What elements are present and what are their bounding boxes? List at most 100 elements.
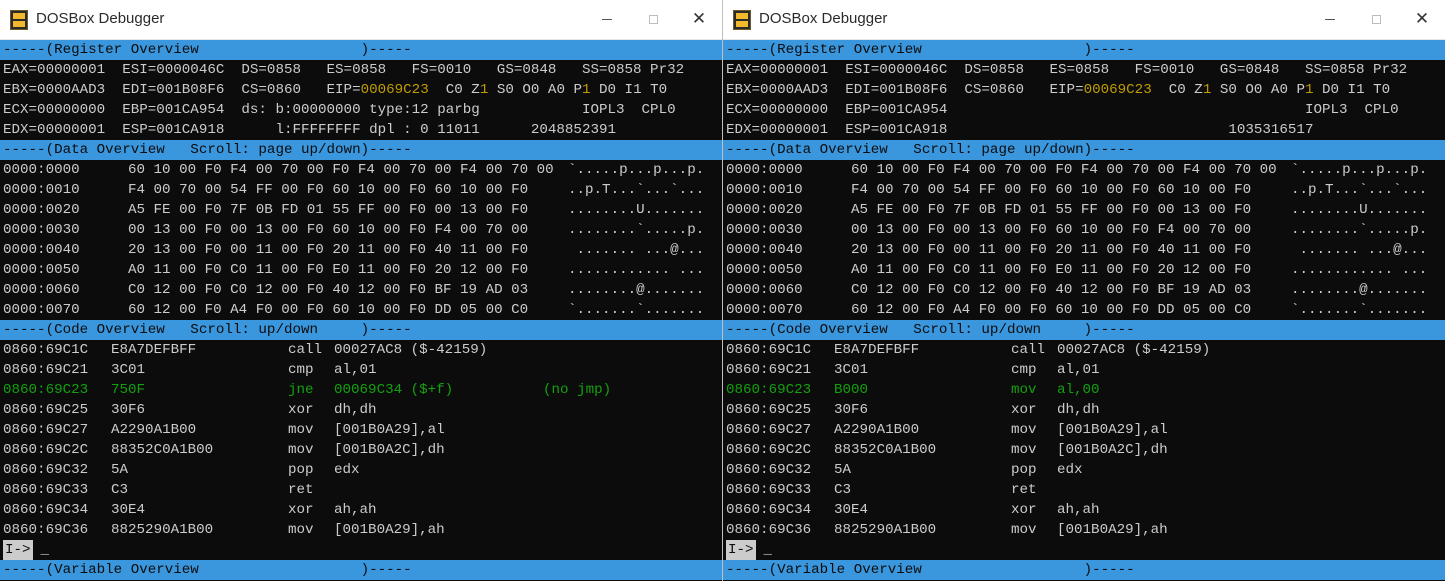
code-mnemonic: jne xyxy=(288,382,314,398)
data-address: 0000:0070 xyxy=(3,302,80,318)
debugger-console[interactable]: -----(Register Overview )----- EAX=000000… xyxy=(723,40,1445,581)
code-mnemonic: mov xyxy=(288,442,314,458)
code-operands: 00027AC8 ($-42159) xyxy=(334,342,488,358)
code-row[interactable]: 0860:69C21 3C01 cmp al,01 xyxy=(723,360,1445,380)
code-row-current[interactable]: 0860:69C23 750F jne 00069C34 ($+f) (no jmp) xyxy=(0,380,722,400)
code-row[interactable]: 0860:69C36 8825290A1B00 mov [001B0A29],ah xyxy=(0,520,722,540)
eip-value: 00069C23 xyxy=(1083,82,1152,98)
code-row[interactable]: 0860:69C34 30E4 xor ah,ah xyxy=(723,500,1445,520)
data-hex: A0 11 00 F0 C0 11 00 F0 E0 11 00 F0 20 1… xyxy=(851,262,1252,278)
code-address: 0860:69C23 xyxy=(726,382,812,398)
data-hex: 60 12 00 F0 A4 F0 00 F0 60 10 00 F0 DD 0… xyxy=(851,302,1252,318)
code-row[interactable]: 0860:69C32 5A pop edx xyxy=(723,460,1445,480)
code-row[interactable]: 0860:69C2C 88352C0A1B00 mov [001B0A2C],dh xyxy=(0,440,722,460)
maximize-icon xyxy=(1371,15,1381,24)
code-mnemonic: xor xyxy=(288,502,314,518)
code-address: 0860:69C27 xyxy=(726,422,812,438)
command-line[interactable]: I-> _ xyxy=(723,540,1445,560)
code-row[interactable]: 0860:69C33 C3 ret xyxy=(723,480,1445,500)
data-address: 0000:0000 xyxy=(3,162,80,178)
close-button[interactable]: ✕ xyxy=(676,0,722,39)
command-cursor[interactable]: _ xyxy=(41,540,50,560)
code-row[interactable]: 0860:69C36 8825290A1B00 mov [001B0A29],ah xyxy=(723,520,1445,540)
title-bar[interactable]: DOSBox Debugger ✕ xyxy=(0,0,722,40)
code-row[interactable]: 0860:69C21 3C01 cmp al,01 xyxy=(0,360,722,380)
debugger-console[interactable]: -----(Register Overview )----- EAX=000000… xyxy=(0,40,722,581)
code-row-current[interactable]: 0860:69C23 B000 mov al,00 xyxy=(723,380,1445,400)
register-row: ECX=00000000 EBP=001CA954 ds: b:00000000… xyxy=(0,100,722,120)
code-operands: dh,dh xyxy=(1057,402,1100,418)
debugger-window-left: DOSBox Debugger ✕ -----(Register Overview … xyxy=(0,0,722,581)
code-bytes: A2290A1B00 xyxy=(834,422,920,438)
code-row[interactable]: 0860:69C33 C3 ret xyxy=(0,480,722,500)
code-mnemonic: ret xyxy=(1011,482,1037,498)
code-row[interactable]: 0860:69C2C 88352C0A1B00 mov [001B0A2C],dh xyxy=(723,440,1445,460)
code-operands: [001B0A29],ah xyxy=(334,522,445,538)
code-row[interactable]: 0860:69C1C E8A7DEFBFF call 00027AC8 ($-4215… xyxy=(723,340,1445,360)
code-row[interactable]: 0860:69C25 30F6 xor dh,dh xyxy=(0,400,722,420)
code-row[interactable]: 0860:69C27 A2290A1B00 mov [001B0A29],al xyxy=(723,420,1445,440)
code-bytes: E8A7DEFBFF xyxy=(111,342,197,358)
data-ascii: ........`.....p. xyxy=(1291,222,1428,238)
data-address: 0000:0050 xyxy=(726,262,803,278)
flags-text: C0 Z xyxy=(428,82,480,98)
minimize-button[interactable] xyxy=(584,0,630,39)
maximize-button[interactable] xyxy=(630,0,676,39)
register-text: ECX=00000000 EBP=001CA954 ds: b:00000000… xyxy=(3,102,676,118)
window-title: DOSBox Debugger xyxy=(36,10,165,27)
minimize-button[interactable] xyxy=(1307,0,1353,39)
data-address: 0000:0050 xyxy=(3,262,80,278)
code-mnemonic: call xyxy=(288,342,323,358)
data-ascii: ............ ... xyxy=(1291,262,1428,278)
title-bar[interactable]: DOSBox Debugger ✕ xyxy=(723,0,1445,40)
command-cursor[interactable]: _ xyxy=(764,540,773,560)
code-mnemonic: mov xyxy=(1011,522,1037,538)
code-bytes: 30E4 xyxy=(834,502,869,518)
code-address: 0860:69C2C xyxy=(726,442,812,458)
code-mnemonic: ret xyxy=(288,482,314,498)
code-operands: [001B0A2C],dh xyxy=(1057,442,1168,458)
data-hex: 60 10 00 F0 F4 00 70 00 F0 F4 00 70 00 F… xyxy=(851,162,1277,178)
command-line[interactable]: I-> _ xyxy=(0,540,722,560)
data-address: 0000:0000 xyxy=(726,162,803,178)
code-operands: [001B0A29],al xyxy=(1057,422,1168,438)
data-hex: F4 00 70 00 54 FF 00 F0 60 10 00 F0 60 1… xyxy=(128,182,529,198)
code-mnemonic: mov xyxy=(288,422,314,438)
data-row: 0000:0020 A5 FE 00 F0 7F 0B FD 01 55 FF 0… xyxy=(723,200,1445,220)
data-hex: A5 FE 00 F0 7F 0B FD 01 55 FF 00 F0 00 1… xyxy=(128,202,529,218)
data-hex: 60 10 00 F0 F4 00 70 00 F0 F4 00 70 00 F… xyxy=(128,162,554,178)
maximize-button[interactable] xyxy=(1353,0,1399,39)
data-row: 0000:0000 60 10 00 F0 F4 00 70 00 F0 F4 0… xyxy=(723,160,1445,180)
code-address: 0860:69C25 xyxy=(3,402,89,418)
variable-overview-header: -----(Variable Overview )----- xyxy=(723,560,1445,580)
code-mnemonic: mov xyxy=(288,522,314,538)
code-row[interactable]: 0860:69C34 30E4 xor ah,ah xyxy=(0,500,722,520)
code-row[interactable]: 0860:69C27 A2290A1B00 mov [001B0A29],al xyxy=(0,420,722,440)
code-mnemonic: mov xyxy=(1011,422,1037,438)
data-ascii: ........`.....p. xyxy=(568,222,705,238)
data-row: 0000:0010 F4 00 70 00 54 FF 00 F0 60 10 0… xyxy=(0,180,722,200)
data-address: 0000:0020 xyxy=(726,202,803,218)
data-address: 0000:0060 xyxy=(726,282,803,298)
code-row[interactable]: 0860:69C25 30F6 xor dh,dh xyxy=(723,400,1445,420)
close-button[interactable]: ✕ xyxy=(1399,0,1445,39)
data-row: 0000:0050 A0 11 00 F0 C0 11 00 F0 E0 11 0… xyxy=(0,260,722,280)
code-overview-header: -----(Code Overview Scroll: up/down )---… xyxy=(723,320,1445,340)
code-address: 0860:69C23 xyxy=(3,382,89,398)
code-operands: 00069C34 ($+f) xyxy=(334,382,454,398)
code-address: 0860:69C33 xyxy=(3,482,89,498)
code-mnemonic: mov xyxy=(1011,382,1037,398)
command-prompt: I-> xyxy=(726,540,756,560)
code-row[interactable]: 0860:69C32 5A pop edx xyxy=(0,460,722,480)
code-row[interactable]: 0860:69C1C E8A7DEFBFF call 00027AC8 ($-4215… xyxy=(0,340,722,360)
data-row: 0000:0050 A0 11 00 F0 C0 11 00 F0 E0 11 0… xyxy=(723,260,1445,280)
data-hex: 20 13 00 F0 00 11 00 F0 20 11 00 F0 40 1… xyxy=(128,242,529,258)
code-address: 0860:69C33 xyxy=(726,482,812,498)
flags-text: S0 O0 A0 P xyxy=(488,82,582,98)
data-ascii: ....... ...@... xyxy=(1291,242,1428,258)
data-hex: 00 13 00 F0 00 13 00 F0 60 10 00 F0 F4 0… xyxy=(851,222,1252,238)
minimize-icon xyxy=(1325,19,1335,20)
code-bytes: C3 xyxy=(834,482,852,498)
data-ascii: `.....p...p...p. xyxy=(1291,162,1428,178)
data-address: 0000:0060 xyxy=(3,282,80,298)
